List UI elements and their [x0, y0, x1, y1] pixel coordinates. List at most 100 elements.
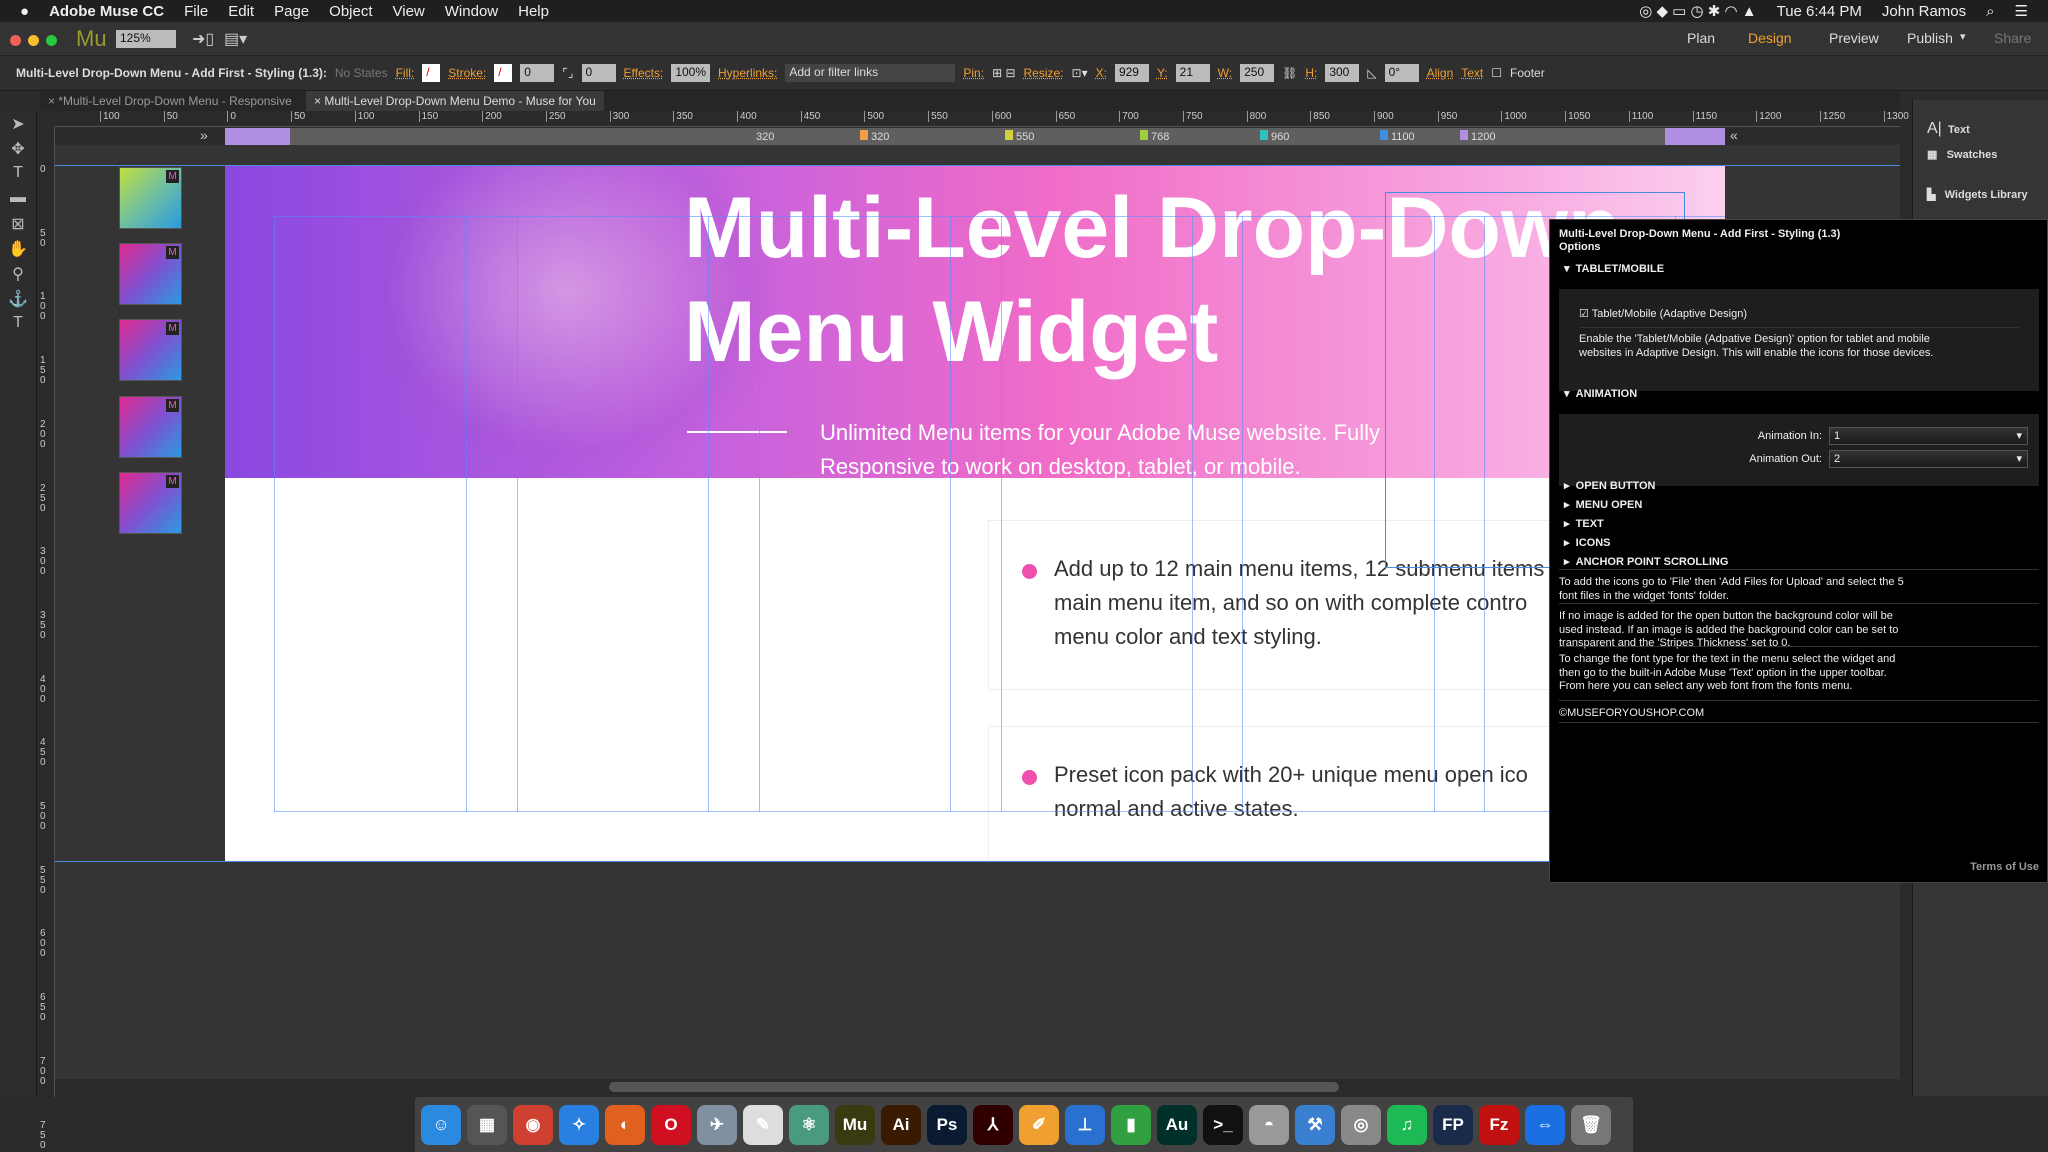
atom-icon[interactable]: ⚛ [789, 1104, 829, 1145]
close-window-button[interactable] [10, 35, 21, 46]
menu-window[interactable]: Window [445, 3, 498, 20]
pages-icon[interactable]: ✐ [1019, 1104, 1059, 1145]
x-input[interactable]: 929 [1114, 64, 1149, 82]
mode-share[interactable]: Share [1994, 30, 2031, 46]
hero-subtitle[interactable]: Unlimited Menu items for your Adobe Muse… [820, 416, 1440, 484]
page[interactable]: Multi-Level Drop-Down Menu Widget Unlimit… [225, 166, 1725, 862]
preview-icon[interactable]: ✈ [697, 1104, 737, 1145]
illustrator-icon[interactable]: Ai [881, 1104, 921, 1145]
menu-file[interactable]: File [184, 3, 208, 20]
trash-icon[interactable]: 🗑 [1571, 1104, 1611, 1145]
breakpoint-bar[interactable]: 320 320 550 768 960 1100 1200 [225, 128, 1725, 145]
zoom-select[interactable]: 125% [116, 30, 176, 48]
dvd-icon[interactable]: ◎ [1341, 1104, 1381, 1145]
text-button[interactable]: Text [1461, 66, 1483, 80]
panel-text[interactable]: A| Text [1927, 120, 1970, 138]
breakpoint-marker[interactable]: 1100 [1380, 130, 1415, 143]
menu-edit[interactable]: Edit [228, 3, 254, 20]
mode-plan[interactable]: Plan [1687, 30, 1715, 46]
section-menu-open[interactable]: ▸ MENU OPEN [1564, 498, 1642, 511]
rotation-input[interactable]: 0° [1384, 64, 1419, 82]
stroke-label[interactable]: Stroke: [448, 66, 486, 80]
y-input[interactable]: 21 [1175, 64, 1210, 82]
breakpoint-marker[interactable]: 960 [1260, 130, 1289, 143]
firefox-icon[interactable]: ◐ [605, 1104, 645, 1145]
breakpoint-marker[interactable]: 768 [1140, 130, 1169, 143]
copyright[interactable]: ©MUSEFORYOUSHOP.COM [1559, 707, 1959, 721]
opacity-input[interactable]: 100% [671, 64, 711, 82]
menu-page[interactable]: Page [274, 3, 309, 20]
fill-label[interactable]: Fill: [396, 66, 415, 80]
spotify-icon[interactable]: ♫ [1387, 1104, 1427, 1145]
pin-icon[interactable]: ⊞ ⊟ [992, 66, 1015, 80]
section-text[interactable]: ▸ TEXT [1564, 517, 1604, 530]
finder-icon[interactable]: ☺ [421, 1104, 461, 1145]
menu-help[interactable]: Help [518, 3, 549, 20]
tab-demo[interactable]: × Multi-Level Drop-Down Menu Demo - Muse… [306, 91, 604, 111]
audition-icon[interactable]: Au [1157, 1104, 1197, 1145]
pin-label[interactable]: Pin: [963, 66, 984, 80]
menu-view[interactable]: View [393, 3, 425, 20]
textedit-icon[interactable]: ✎ [743, 1104, 783, 1145]
fill-swatch[interactable]: / [422, 64, 441, 82]
zoom-window-button[interactable] [46, 35, 57, 46]
text-style-icon[interactable]: T [5, 314, 31, 336]
text-tool-icon[interactable]: T [5, 164, 31, 186]
hyperlinks-label[interactable]: Hyperlinks: [718, 66, 777, 80]
collapse-breakpoints-icon[interactable]: « [1730, 127, 1738, 143]
section-anchor-point-scrolling[interactable]: ▸ ANCHOR POINT SCROLLING [1564, 555, 1728, 568]
resize-icon[interactable]: ⊡▾ [1072, 66, 1088, 80]
footer-checkbox[interactable]: ☐ [1491, 66, 1502, 80]
hyperlinks-input[interactable]: Add or filter links [785, 64, 956, 82]
keynote-icon[interactable]: ⊥ [1065, 1104, 1105, 1145]
anchor-tool-icon[interactable]: ⚓ [5, 289, 31, 311]
scroll-thumb[interactable] [609, 1082, 1339, 1092]
opera-icon[interactable]: O [651, 1104, 691, 1145]
tablet-checkbox[interactable]: ☑ Tablet/Mobile (Adaptive Design) [1579, 307, 1747, 320]
section-icons[interactable]: ▸ ICONS [1564, 536, 1610, 549]
safari-icon[interactable]: ✧ [559, 1104, 599, 1145]
stroke-width-input[interactable]: 0 [520, 64, 555, 82]
section-tablet-mobile[interactable]: ▾ TABLET/MOBILE [1564, 262, 1664, 275]
panel-swatches[interactable]: ▦ Swatches [1927, 148, 1997, 161]
status-icons[interactable]: ◎ ◆ ▭ ◷ ✱ ◠ ▲ [1639, 2, 1756, 20]
tab-responsive[interactable]: × *Multi-Level Drop-Down Menu - Responsi… [40, 91, 300, 111]
sequel-icon[interactable]: ◓ [1249, 1104, 1289, 1145]
animation-out-select[interactable]: 2 [1829, 450, 2028, 468]
fp-icon[interactable]: FP [1433, 1104, 1473, 1145]
breakpoint-marker[interactable]: 550 [1005, 130, 1034, 143]
chrome-icon[interactable]: ◉ [513, 1104, 553, 1145]
page-thumbnail[interactable]: M [119, 319, 182, 381]
teamviewer-icon[interactable]: ⇔ [1525, 1104, 1565, 1145]
mode-design[interactable]: Design [1748, 30, 1792, 46]
zoom-tool-icon[interactable]: ⚲ [5, 264, 31, 286]
animation-in-select[interactable]: 1 [1829, 427, 2028, 445]
terminal-icon[interactable]: >_ [1203, 1104, 1243, 1145]
frame-tool-icon[interactable]: ⊠ [5, 214, 31, 236]
w-input[interactable]: 250 [1240, 64, 1275, 82]
xcode-icon[interactable]: ⚒ [1295, 1104, 1335, 1145]
muse-icon[interactable]: Mu [835, 1104, 875, 1145]
page-top-guide[interactable] [55, 165, 1900, 166]
section-open-button[interactable]: ▸ OPEN BUTTON [1564, 479, 1656, 492]
view-options-icon[interactable]: ▤▾ [224, 29, 247, 49]
breakpoint-marker[interactable]: 1200 [1460, 130, 1495, 143]
spotlight-icon[interactable]: ⌕ [1986, 3, 1994, 20]
breakpoint-marker[interactable]: 320 [745, 130, 774, 143]
resize-label[interactable]: Resize: [1024, 66, 1064, 80]
user-name[interactable]: John Ramos [1882, 3, 1966, 20]
link-icon[interactable]: ⛓ [1282, 66, 1297, 80]
terms-of-use-link[interactable]: Terms of Use [1970, 861, 2039, 873]
mode-preview[interactable]: Preview [1829, 30, 1879, 46]
expand-breakpoints-icon[interactable]: » [200, 127, 208, 143]
menu-object[interactable]: Object [329, 3, 372, 20]
app-menu[interactable]: Adobe Muse CC [49, 3, 164, 20]
notification-icon[interactable]: ☰ [2015, 2, 2028, 20]
effects-label[interactable]: Effects: [624, 66, 664, 80]
clock[interactable]: Tue 6:44 PM [1777, 3, 1862, 20]
stroke-swatch[interactable]: / [494, 64, 513, 82]
launchpad-icon[interactable]: ▦ [467, 1104, 507, 1145]
breakpoint-segment-active[interactable] [1665, 128, 1725, 145]
apple-icon[interactable]: ● [20, 3, 29, 20]
rectangle-tool-icon[interactable]: ▬ [5, 189, 31, 211]
